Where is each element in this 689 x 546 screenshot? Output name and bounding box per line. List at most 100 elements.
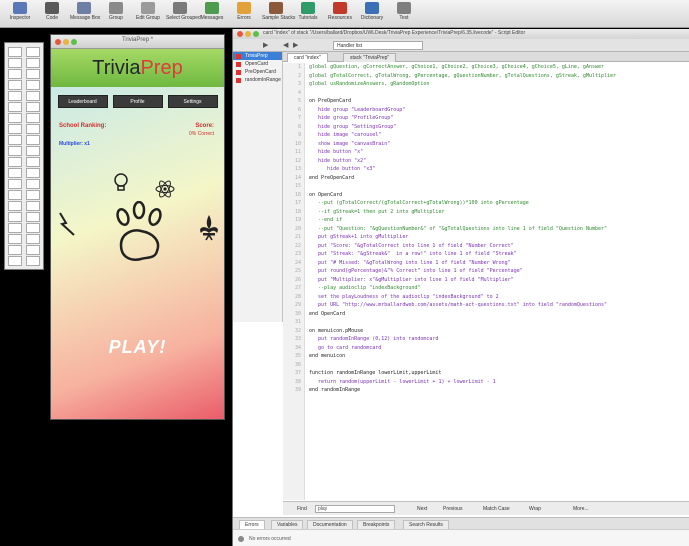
- code-line[interactable]: hide group "ProfileGroup": [309, 114, 689, 123]
- code-line[interactable]: [309, 318, 689, 327]
- code-line[interactable]: end PreOpenCard: [309, 174, 689, 183]
- leaderboard-button[interactable]: Leaderboard: [57, 95, 108, 108]
- code-line[interactable]: hide image "carousel": [309, 131, 689, 140]
- tool-button[interactable]: [8, 201, 22, 211]
- toolbar-button-8[interactable]: Sample Stacks: [262, 2, 295, 26]
- code-editor[interactable]: global gQuestion, gCorrectAnswer, gChoic…: [309, 63, 689, 500]
- toolbar-button-12[interactable]: Test: [390, 2, 418, 26]
- tool-button[interactable]: [26, 146, 40, 156]
- toolbar-button-0[interactable]: Inspector: [6, 2, 34, 26]
- code-line[interactable]: put "Score: "&gTotalCorrect into line 1 …: [309, 242, 689, 251]
- code-line[interactable]: global gQuestion, gCorrectAnswer, gChoic…: [309, 63, 689, 72]
- tool-button[interactable]: [8, 157, 22, 167]
- script-list-item[interactable]: OpenCard: [233, 60, 282, 68]
- code-line[interactable]: --put "Question: "&gQuestionNumber&" of …: [309, 225, 689, 234]
- forward-icon[interactable]: ▶: [293, 41, 298, 49]
- toolbar-button-6[interactable]: Messages: [198, 2, 226, 26]
- play-button[interactable]: PLAY!: [51, 337, 224, 358]
- tool-button[interactable]: [8, 80, 22, 90]
- code-line[interactable]: [309, 182, 689, 191]
- tool-button[interactable]: [26, 91, 40, 101]
- tool-button[interactable]: [26, 113, 40, 123]
- close-window-icon[interactable]: [237, 31, 243, 37]
- code-line[interactable]: put gStreak+1 into gMultiplier: [309, 233, 689, 242]
- tool-button[interactable]: [8, 47, 22, 57]
- tab-stack-triviaprep[interactable]: stack "TriviaPrep": [343, 53, 397, 62]
- script-list-item[interactable]: TriviaPrep: [233, 52, 282, 60]
- tool-button[interactable]: [8, 190, 22, 200]
- code-line[interactable]: --end if: [309, 216, 689, 225]
- toolbar-button-2[interactable]: Message Box: [70, 2, 100, 26]
- script-list-item[interactable]: PreOpenCard: [233, 68, 282, 76]
- tab-card-index[interactable]: card "index": [287, 53, 328, 62]
- settings-button[interactable]: Settings: [167, 95, 218, 108]
- code-line[interactable]: on OpenCard: [309, 191, 689, 200]
- find-input[interactable]: play: [315, 505, 395, 513]
- tool-button[interactable]: [26, 201, 40, 211]
- code-line[interactable]: on menuicon.pMouse: [309, 327, 689, 336]
- tool-button[interactable]: [8, 135, 22, 145]
- code-line[interactable]: --put (gTotalCorrect/(gTotalCorrect+gTot…: [309, 199, 689, 208]
- code-line[interactable]: put "# Missed: "&gTotalWrong into line 1…: [309, 259, 689, 268]
- code-line[interactable]: on PreOpenCard: [309, 97, 689, 106]
- script-list-item[interactable]: randomInRange: [233, 76, 282, 84]
- handler-select[interactable]: Handler list: [333, 41, 423, 50]
- toolbar-button-11[interactable]: Dictionary: [358, 2, 386, 26]
- tool-button[interactable]: [26, 47, 40, 57]
- code-line[interactable]: end OpenCard: [309, 310, 689, 319]
- tool-button[interactable]: [8, 234, 22, 244]
- toolbar-button-5[interactable]: Select Grouped: [166, 2, 201, 26]
- toolbar-button-4[interactable]: Edit Group: [134, 2, 162, 26]
- tool-button[interactable]: [8, 91, 22, 101]
- find-previous-option[interactable]: Previous: [443, 506, 462, 512]
- code-line[interactable]: put "Multiplier: x"&gMultiplier into lin…: [309, 276, 689, 285]
- tool-button[interactable]: [8, 102, 22, 112]
- code-line[interactable]: hide group "LeaderboardGroup": [309, 106, 689, 115]
- code-line[interactable]: hide group "SettingsGroup": [309, 123, 689, 132]
- match-case-option[interactable]: Match Case: [483, 506, 510, 512]
- tool-button[interactable]: [26, 80, 40, 90]
- minimize-window-icon[interactable]: [245, 31, 251, 37]
- find-more-button[interactable]: More...: [573, 506, 589, 512]
- toolbar-button-9[interactable]: Tutorials: [294, 2, 322, 26]
- tool-button[interactable]: [8, 256, 22, 266]
- code-line[interactable]: --play audioclip "indexBackground": [309, 284, 689, 293]
- code-line[interactable]: hide button "x2": [309, 157, 689, 166]
- tool-button[interactable]: [8, 245, 22, 255]
- code-line[interactable]: hide button "x3": [309, 165, 689, 174]
- tool-button[interactable]: [26, 256, 40, 266]
- tool-button[interactable]: [26, 234, 40, 244]
- code-line[interactable]: put randomInRange (0,12) into randomcard: [309, 335, 689, 344]
- tool-button[interactable]: [8, 146, 22, 156]
- code-line[interactable]: put round(gPercentage)&"% Correct" into …: [309, 267, 689, 276]
- find-next-option[interactable]: Next: [417, 506, 427, 512]
- code-line[interactable]: end menuicon: [309, 352, 689, 361]
- tool-button[interactable]: [8, 69, 22, 79]
- code-line[interactable]: show image "canvasBrain": [309, 140, 689, 149]
- code-line[interactable]: --if gStreak=1 then put 2 into gMultipli…: [309, 208, 689, 217]
- tool-button[interactable]: [8, 58, 22, 68]
- apply-icon[interactable]: ▶: [263, 41, 268, 49]
- code-line[interactable]: go to card randomcard: [309, 344, 689, 353]
- tool-button[interactable]: [8, 212, 22, 222]
- profile-button[interactable]: Profile: [112, 95, 163, 108]
- tool-button[interactable]: [26, 245, 40, 255]
- tool-button[interactable]: [8, 223, 22, 233]
- toolbar-button-1[interactable]: Code: [38, 2, 66, 26]
- tool-button[interactable]: [8, 179, 22, 189]
- tool-button[interactable]: [26, 179, 40, 189]
- code-line[interactable]: return random(upperLimit - lowerLimit + …: [309, 378, 689, 387]
- toolbar-button-10[interactable]: Resources: [326, 2, 354, 26]
- code-line[interactable]: set the playLoudness of the audioclip "i…: [309, 293, 689, 302]
- toolbar-button-7[interactable]: Errors: [230, 2, 258, 26]
- tool-button[interactable]: [26, 212, 40, 222]
- tool-button[interactable]: [26, 135, 40, 145]
- tool-button[interactable]: [8, 168, 22, 178]
- tool-button[interactable]: [26, 102, 40, 112]
- tool-button[interactable]: [8, 124, 22, 134]
- wrap-option[interactable]: Wrap: [529, 506, 541, 512]
- tool-button[interactable]: [26, 168, 40, 178]
- code-line[interactable]: hide button "x": [309, 148, 689, 157]
- zoom-window-icon[interactable]: [253, 31, 259, 37]
- toolbar-button-3[interactable]: Group: [102, 2, 130, 26]
